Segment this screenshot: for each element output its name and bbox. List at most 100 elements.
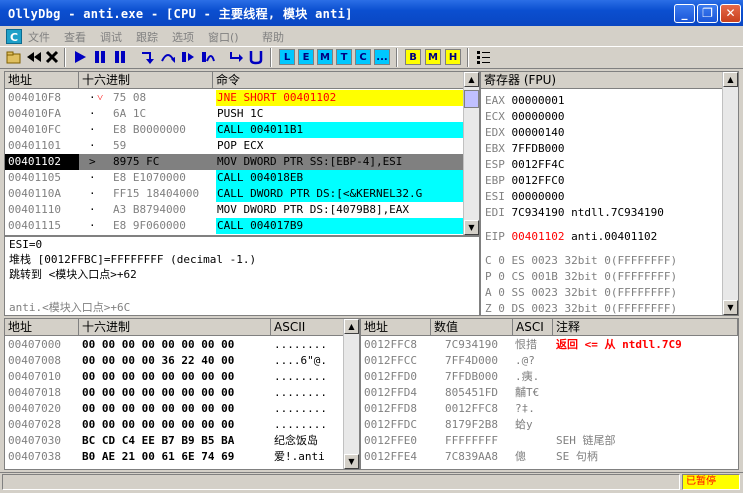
column-header-comment[interactable]: 注释 (553, 319, 738, 336)
stack-row[interactable]: 0012FFD4 805451FD 黼T€ (361, 385, 738, 401)
disasm-row[interactable]: 0040110A · FF15 18404000 CALL DWORD PTR DS:… (5, 186, 465, 202)
restore-button[interactable]: ❐ (697, 4, 718, 23)
open-icon[interactable] (6, 49, 22, 65)
dump-row[interactable]: 00407008 00 00 00 00 36 22 40 00 ....6"@. (5, 353, 345, 369)
step-over-icon[interactable] (160, 49, 176, 65)
cpu-window-button[interactable]: C (355, 49, 371, 65)
memory-breakpoints-button[interactable]: M (425, 49, 441, 65)
breakpoints-window-button[interactable]: B (405, 49, 421, 65)
stack-row[interactable]: 0012FFE4 7C839AA8 傯 SE 句柄 (361, 449, 738, 465)
stack-pane[interactable]: 地址 数值 ASCI 注释 0012FFC8 7C934190 恨措 返回 <= 从 … (360, 318, 739, 470)
memory-dump-pane[interactable]: 地址 十六进制 ASCII 00407000 00 00 00 00 00 00 … (4, 318, 360, 470)
dump-row[interactable]: 00407030 BC CD C4 EE B7 B9 B5 BA 纪念饭岛 (5, 433, 345, 449)
pause-icon[interactable] (92, 49, 108, 65)
register-row[interactable]: EBP 0012FFC0 (485, 173, 564, 189)
flag-value[interactable]: Z 0 (485, 302, 505, 315)
flag-segment-row[interactable]: P 0 CS 001B 32bit 0(FFFFFFFF) (485, 269, 677, 285)
cpu-menu-icon[interactable]: C (6, 29, 22, 44)
dump-row[interactable]: 00407010 00 00 00 00 00 00 00 00........ (5, 369, 345, 385)
register-row[interactable]: ESP 0012FF4C (485, 157, 564, 173)
patches-window-button[interactable]: ... (374, 49, 390, 65)
register-value[interactable]: 0012FF4C (512, 158, 565, 171)
column-header-hex[interactable]: 十六进制 (79, 319, 271, 336)
register-value[interactable]: 00000000 (512, 110, 565, 123)
modules-window-button[interactable]: E (298, 49, 314, 65)
registers-scrollbar[interactable]: ▲ ▼ (722, 72, 738, 315)
stack-row[interactable]: 0012FFC8 7C934190 恨措 返回 <= 从 ntdll.7C9 (361, 337, 738, 353)
column-header-ascii[interactable]: ASCI (513, 319, 553, 336)
disassembly-scrollbar[interactable]: ▲ ▼ (463, 72, 479, 235)
scroll-up-button[interactable]: ▲ (723, 72, 738, 87)
register-row[interactable]: EDI 7C934190 ntdll.7C934190 (485, 205, 664, 221)
register-value[interactable]: 00000000 (512, 190, 565, 203)
threads-window-button[interactable]: T (336, 49, 352, 65)
flag-segment-row[interactable]: Z 0 DS 0023 32bit 0(FFFFFFFF) (485, 301, 677, 315)
menu-file[interactable]: 文件 (28, 29, 50, 45)
disasm-row[interactable]: 004010F8 · ˅ 75 08 JNE SHORT 00401102 (5, 90, 465, 106)
flag-value[interactable]: P 0 (485, 270, 505, 283)
column-header-hex[interactable]: 十六进制 (79, 72, 213, 89)
column-header-address[interactable]: 地址 (361, 319, 431, 336)
register-value[interactable]: 00000140 (512, 126, 565, 139)
stack-row[interactable]: 0012FFD0 7FFDB000 .痍. (361, 369, 738, 385)
column-header-value[interactable]: 数值 (431, 319, 513, 336)
register-row[interactable]: EBX 7FFDB000 (485, 141, 564, 157)
log-window-button[interactable]: L (279, 49, 295, 65)
menu-view[interactable]: 查看 (64, 29, 86, 45)
stack-row[interactable]: 0012FFDC 8179F2B8 蛤y (361, 417, 738, 433)
flag-segment-row[interactable]: C 0 ES 0023 32bit 0(FFFFFFFF) (485, 253, 677, 269)
dump-row[interactable]: 00407018 00 00 00 00 00 00 00 00........ (5, 385, 345, 401)
exec-till-return-icon[interactable] (228, 49, 244, 65)
disasm-row[interactable]: 004010FA · 6A 1C PUSH 1C (5, 106, 465, 122)
column-header-command[interactable]: 命令 (213, 72, 465, 89)
flag-value[interactable]: C 0 (485, 254, 505, 267)
register-row[interactable]: ECX 00000000 (485, 109, 564, 125)
list-icon[interactable] (475, 49, 491, 65)
hardware-breakpoints-button[interactable]: H (445, 49, 461, 65)
register-row-eip[interactable]: EIP 00401102 anti.00401102 (485, 229, 657, 245)
register-value[interactable]: 00000001 (512, 94, 565, 107)
register-row[interactable]: EAX 00000001 (485, 93, 564, 109)
stack-row[interactable]: 0012FFCC 7FF4D000 .@? (361, 353, 738, 369)
run-icon[interactable] (72, 49, 88, 65)
flag-segment-row[interactable]: A 0 SS 0023 32bit 0(FFFFFFFF) (485, 285, 677, 301)
disasm-row[interactable]: 00401102 >8975 FC MOV DWORD PTR SS:[EBP-4]… (5, 154, 465, 170)
step-into-icon[interactable] (140, 49, 156, 65)
flag-value[interactable]: A 0 (485, 286, 505, 299)
disasm-row[interactable]: 004010FC · E8 B0000000 CALL 004011B1 (5, 122, 465, 138)
scroll-up-button[interactable]: ▲ (464, 72, 479, 87)
dump-row[interactable]: 00407000 00 00 00 00 00 00 00 00........ (5, 337, 345, 353)
registers-pane[interactable]: 寄存器 (FPU) EAX 00000001 ECX 00000000 EDX … (480, 71, 739, 316)
scroll-down-button[interactable]: ▼ (344, 454, 359, 469)
menu-options[interactable]: 选项 (172, 29, 194, 45)
scroll-thumb[interactable] (464, 90, 479, 108)
close-button[interactable]: ✕ (720, 4, 741, 23)
disassembly-pane[interactable]: 地址 十六进制 命令 004010F8 · ˅ 75 08 JNE SHORT 0040… (4, 71, 480, 236)
column-header-ascii[interactable]: ASCII (271, 319, 345, 336)
pause-icon-2[interactable] (112, 49, 128, 65)
memory-window-button[interactable]: M (317, 49, 333, 65)
column-header-address[interactable]: 地址 (5, 319, 79, 336)
register-value[interactable]: 0012FFC0 (512, 174, 565, 187)
dump-row[interactable]: 00407038 B0 AE 21 00 61 6E 74 69 爱!.anti (5, 449, 345, 465)
register-value[interactable]: 00401102 (512, 230, 565, 243)
menu-trace[interactable]: 跟踪 (136, 29, 158, 45)
close-proc-icon[interactable] (44, 49, 60, 65)
disasm-row[interactable]: 00401105 · E8 E1070000 CALL 004018EB (5, 170, 465, 186)
go-to-user-code-icon[interactable] (248, 49, 264, 65)
minimize-button[interactable]: _ (674, 4, 695, 23)
register-row[interactable]: ESI 00000000 (485, 189, 564, 205)
scroll-up-button[interactable]: ▲ (344, 319, 359, 334)
dump-row[interactable]: 00407020 00 00 00 00 00 00 00 00........ (5, 401, 345, 417)
registers-header[interactable]: 寄存器 (FPU) (481, 72, 724, 89)
register-value[interactable]: 7C934190 (512, 206, 565, 219)
register-value[interactable]: 7FFDB000 (512, 142, 565, 155)
trace-into-icon[interactable] (180, 49, 196, 65)
dump-row[interactable]: 00407028 00 00 00 00 00 00 00 00........ (5, 417, 345, 433)
stack-row[interactable]: 0012FFE0 FFFFFFFF SEH 链尾部 (361, 433, 738, 449)
menu-help[interactable]: 帮助 (262, 29, 284, 45)
trace-over-icon[interactable] (200, 49, 216, 65)
menu-window[interactable]: 窗口() (208, 29, 239, 45)
dump-scrollbar[interactable]: ▲ ▼ (343, 319, 359, 469)
menu-debug[interactable]: 调试 (100, 29, 122, 45)
